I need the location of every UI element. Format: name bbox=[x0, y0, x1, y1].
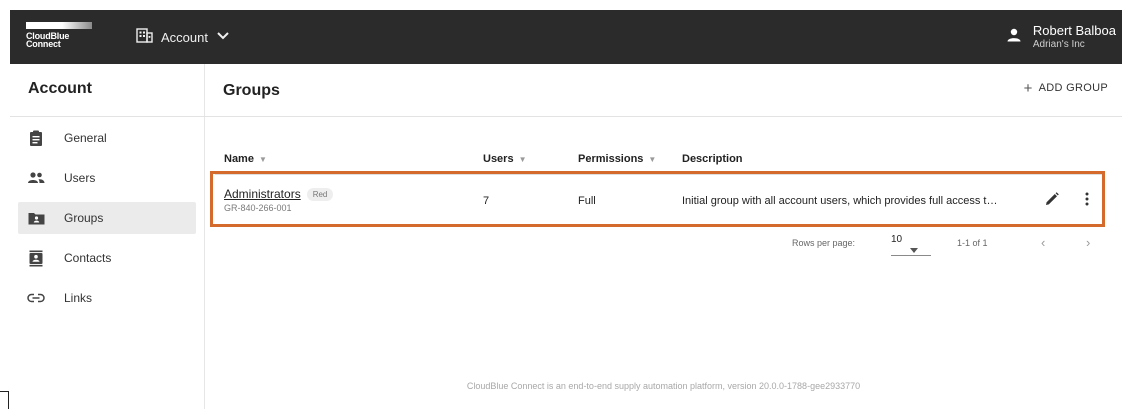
description-cell: Initial group with all account users, wh… bbox=[682, 195, 998, 207]
account-switcher[interactable]: Account bbox=[136, 25, 230, 49]
main-content: Groups + ADD GROUP Name ▼ Users ▼ Permis… bbox=[205, 64, 1122, 409]
add-group-button[interactable]: + ADD GROUP bbox=[1023, 79, 1108, 97]
more-vert-icon[interactable] bbox=[1078, 190, 1096, 208]
sidebar-title: Account bbox=[28, 80, 92, 97]
chevron-down-icon[interactable] bbox=[216, 28, 230, 46]
page-title: Groups bbox=[223, 82, 280, 99]
footer-text: CloudBlue Connect is an end-to-end suppl… bbox=[466, 381, 861, 391]
sidebar-divider bbox=[10, 116, 205, 117]
caret-down-icon bbox=[910, 240, 919, 258]
link-icon bbox=[26, 288, 46, 308]
clipboard-icon bbox=[26, 128, 46, 148]
sidebar: Account General Users Groups Contacts Li… bbox=[10, 64, 205, 409]
sort-arrow-icon: ▼ bbox=[518, 154, 527, 164]
user-menu[interactable]: Robert Balboa Adrian's Inc bbox=[1007, 19, 1116, 55]
column-header-description: Description bbox=[682, 153, 743, 165]
edit-icon[interactable] bbox=[1043, 190, 1061, 208]
pagination-range: 1-1 of 1 bbox=[957, 238, 988, 248]
top-bar: CloudBlue Connect Account Robert Balboa … bbox=[10, 10, 1122, 64]
folder-people-icon bbox=[26, 208, 46, 228]
plus-icon: + bbox=[1023, 79, 1033, 97]
column-header-name[interactable]: Name ▼ bbox=[224, 153, 267, 165]
status-badge: Red bbox=[306, 187, 334, 201]
corner-bracket bbox=[0, 391, 9, 409]
group-id: GR-840-266-001 bbox=[224, 203, 292, 213]
sidebar-item-general[interactable]: General bbox=[18, 122, 196, 154]
sidebar-item-label: General bbox=[64, 131, 107, 145]
add-group-label: ADD GROUP bbox=[1038, 82, 1108, 94]
sidebar-item-label: Links bbox=[64, 291, 93, 305]
permissions-cell: Full bbox=[578, 195, 596, 207]
rows-per-page-label: Rows per page: bbox=[792, 238, 856, 248]
user-org: Adrian's Inc bbox=[1032, 38, 1085, 50]
column-header-permissions[interactable]: Permissions ▼ bbox=[578, 153, 656, 165]
rows-per-page-select[interactable]: 10 bbox=[891, 234, 931, 256]
person-icon bbox=[1007, 28, 1021, 47]
sidebar-item-label: Users bbox=[64, 171, 96, 185]
sidebar-item-users[interactable]: Users bbox=[18, 162, 196, 194]
sort-arrow-icon: ▼ bbox=[648, 154, 657, 164]
user-names: Robert Balboa Adrian's Inc bbox=[1033, 23, 1116, 52]
rows-per-page-value: 10 bbox=[891, 234, 903, 245]
sidebar-item-label: Contacts bbox=[64, 251, 112, 265]
user-name: Robert Balboa bbox=[1032, 22, 1116, 38]
building-icon bbox=[136, 27, 153, 48]
column-header-label: Description bbox=[682, 153, 743, 165]
header-divider bbox=[205, 116, 1122, 117]
sidebar-item-groups[interactable]: Groups bbox=[18, 202, 196, 234]
logo-text-line2: Connect bbox=[26, 39, 61, 49]
group-name-link[interactable]: Administrators bbox=[224, 187, 301, 201]
contact-card-icon bbox=[26, 248, 46, 268]
group-name-cell: Administrators Red bbox=[224, 187, 334, 201]
column-header-label: Users bbox=[483, 153, 514, 165]
column-header-label: Permissions bbox=[578, 153, 644, 165]
account-switcher-label: Account bbox=[161, 29, 208, 45]
sidebar-item-label: Groups bbox=[64, 211, 104, 225]
sort-arrow-icon: ▼ bbox=[258, 154, 267, 164]
people-icon bbox=[26, 168, 46, 188]
sidebar-item-contacts[interactable]: Contacts bbox=[18, 242, 196, 274]
next-page-button[interactable]: › bbox=[1086, 235, 1090, 250]
sidebar-item-links[interactable]: Links bbox=[18, 282, 196, 314]
logo-bar bbox=[26, 22, 92, 29]
cloudblue-logo[interactable]: CloudBlue Connect bbox=[26, 22, 96, 52]
users-count-cell: 7 bbox=[483, 195, 490, 207]
column-header-users[interactable]: Users ▼ bbox=[483, 153, 527, 165]
column-header-label: Name bbox=[224, 153, 254, 165]
prev-page-button[interactable]: ‹ bbox=[1041, 235, 1045, 250]
